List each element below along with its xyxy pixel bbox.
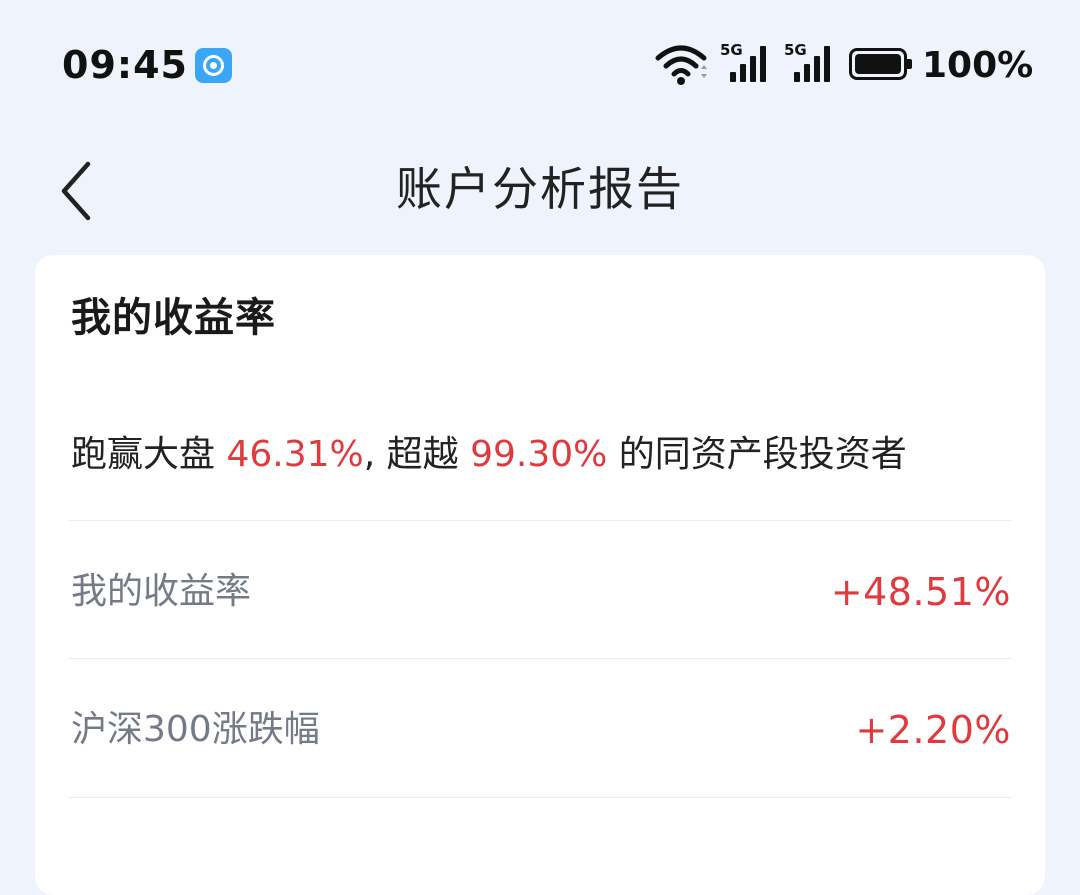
csi300-change-label: 沪深300涨跌幅 — [71, 709, 320, 750]
status-time: 09:45 — [62, 43, 188, 87]
csi300-change-value: +2.20% — [855, 708, 1011, 752]
beat-market-percentage: 46.31% — [226, 434, 364, 475]
battery-percentage: 100% — [922, 45, 1034, 86]
network-type-label: 5G — [720, 41, 743, 59]
card-title: 我的收益率 — [71, 295, 276, 341]
exceed-peers-percentage: 99.30% — [470, 434, 608, 475]
app-notification-icon — [195, 48, 232, 83]
summary-middle: , 超越 — [363, 434, 471, 475]
page-title: 账户分析报告 — [396, 162, 684, 216]
cellular-signal-2-icon: 5G — [784, 42, 834, 84]
battery-icon — [849, 48, 912, 80]
divider — [68, 658, 1012, 659]
navigation-header: 账户分析报告 — [0, 140, 1080, 240]
my-return-label: 我的收益率 — [71, 571, 252, 612]
return-rate-card: 我的收益率 跑赢大盘 46.31%, 超越 99.30% 的同资产段投资者 我的… — [35, 255, 1045, 895]
status-bar: 09:45 5G 5G 100% — [0, 0, 1080, 130]
wifi-icon — [655, 45, 707, 85]
cellular-signal-1-icon: 5G — [720, 42, 770, 84]
my-return-value: +48.51% — [830, 570, 1011, 614]
summary-suffix: 的同资产段投资者 — [607, 434, 907, 475]
divider — [68, 520, 1012, 521]
network-type-label: 5G — [784, 41, 807, 59]
summary-prefix: 跑赢大盘 — [71, 434, 227, 475]
performance-summary: 跑赢大盘 46.31%, 超越 99.30% 的同资产段投资者 — [71, 431, 907, 479]
divider — [68, 797, 1012, 798]
